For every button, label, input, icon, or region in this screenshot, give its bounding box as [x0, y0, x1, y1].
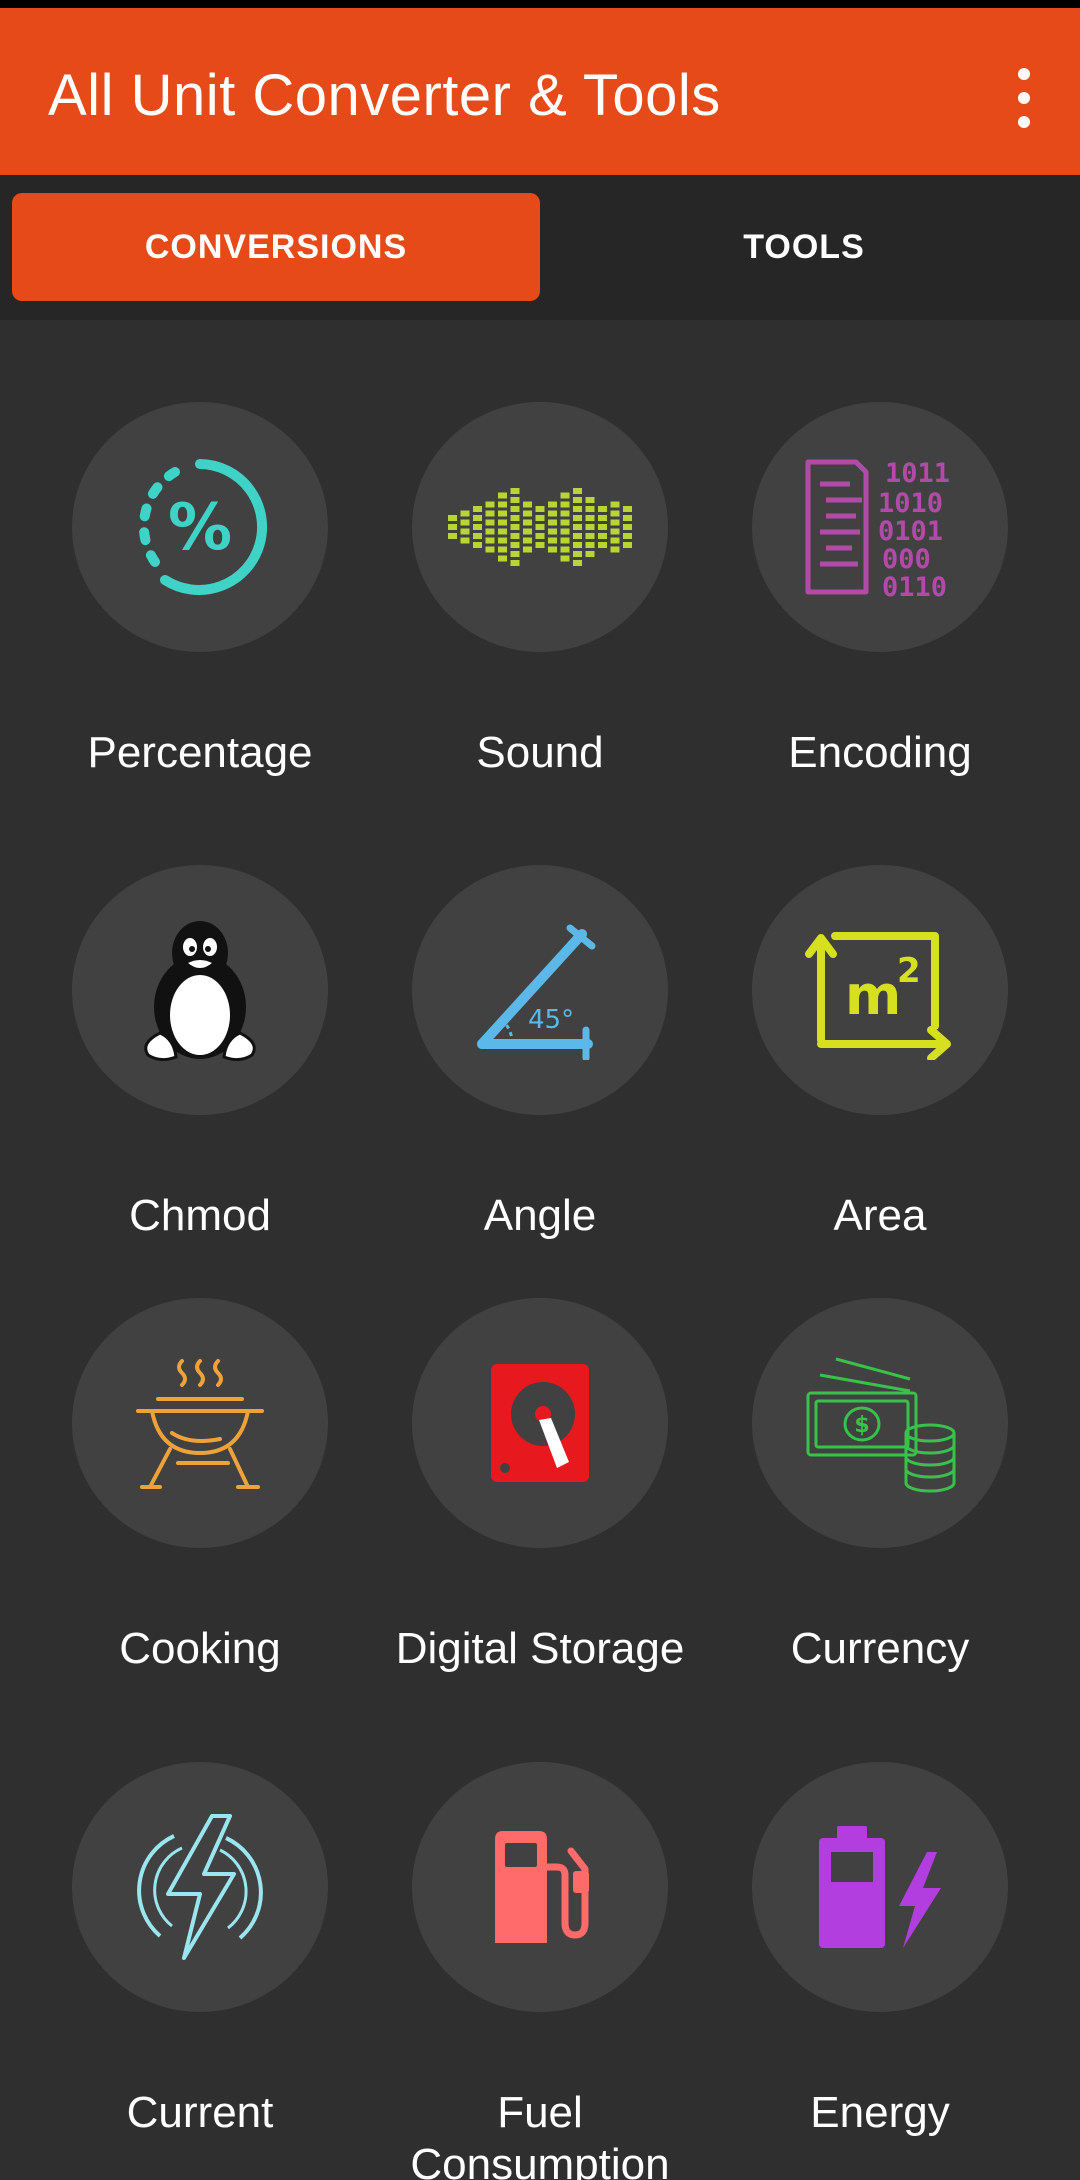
app-bar: All Unit Converter & Tools	[0, 8, 1080, 175]
area-m2-icon: m 2	[752, 865, 1008, 1115]
hard-drive-icon	[412, 1298, 668, 1548]
tile-energy[interactable]: Energy	[710, 1762, 1050, 2180]
tile-label: Energy	[810, 2088, 950, 2137]
svg-text:45°: 45°	[528, 1005, 574, 1035]
tile-label: Area	[833, 1191, 927, 1240]
tile-currency[interactable]: $ Currency	[710, 1298, 1050, 1718]
tile-label: Current	[126, 2088, 274, 2137]
fuel-pump-icon	[412, 1762, 668, 2012]
tile-area[interactable]: m 2 Area	[710, 865, 1050, 1285]
tile-label: Percentage	[87, 728, 313, 777]
tile-label: Currency	[790, 1624, 970, 1673]
tile-percentage[interactable]: % Percentage	[30, 402, 370, 822]
battery-bolt-icon	[752, 1762, 1008, 2012]
lightning-bolt-icon	[72, 1762, 328, 2012]
tile-encoding[interactable]: 1011 1010 0101 000 0110 Encoding	[710, 402, 1050, 822]
tile-digital-storage[interactable]: Digital Storage	[370, 1298, 710, 1718]
money-coins-icon: $	[752, 1298, 1008, 1548]
tile-label: Digital Storage	[395, 1624, 685, 1673]
tile-angle[interactable]: 45° Angle	[370, 865, 710, 1285]
tile-label: Fuel Consumption	[410, 2088, 670, 2180]
tile-sound[interactable]: Sound	[370, 402, 710, 822]
svg-text:2: 2	[897, 951, 921, 991]
svg-text:$: $	[854, 1413, 869, 1438]
tab-conversions[interactable]: CONVERSIONS	[12, 193, 540, 301]
tile-current[interactable]: Current	[30, 1762, 370, 2180]
tile-label: Encoding	[788, 728, 972, 777]
app-title: All Unit Converter & Tools	[48, 63, 721, 128]
conversion-grid: % Percentage Sound 1011 1010 0101 000 01…	[0, 320, 1080, 2180]
svg-text:m: m	[845, 964, 901, 1027]
tile-label: Sound	[476, 728, 604, 777]
svg-text:%: %	[168, 491, 232, 565]
sound-wave-icon	[412, 402, 668, 652]
svg-text:0110: 0110	[882, 572, 947, 602]
tile-cooking[interactable]: Cooking	[30, 1298, 370, 1718]
tile-chmod[interactable]: Chmod	[30, 865, 370, 1285]
binary-code-icon: 1011 1010 0101 000 0110	[752, 402, 1008, 652]
svg-text:1010: 1010	[878, 488, 943, 519]
linux-penguin-icon	[72, 865, 328, 1115]
status-bar	[0, 0, 1080, 8]
grill-icon	[72, 1298, 328, 1548]
tab-bar: CONVERSIONS TOOLS	[0, 175, 1080, 320]
more-vert-icon[interactable]	[1004, 68, 1044, 128]
tile-label: Cooking	[119, 1624, 281, 1673]
percentage-icon: %	[72, 402, 328, 652]
tile-label: Angle	[483, 1191, 597, 1240]
svg-text:1011: 1011	[885, 458, 950, 489]
tile-label: Chmod	[129, 1191, 271, 1240]
svg-text:0101: 0101	[878, 516, 943, 547]
angle-icon: 45°	[412, 865, 668, 1115]
svg-text:000: 000	[882, 544, 931, 575]
tab-tools[interactable]: TOOLS	[540, 193, 1068, 301]
tile-fuel-consumption[interactable]: Fuel Consumption	[370, 1762, 710, 2180]
